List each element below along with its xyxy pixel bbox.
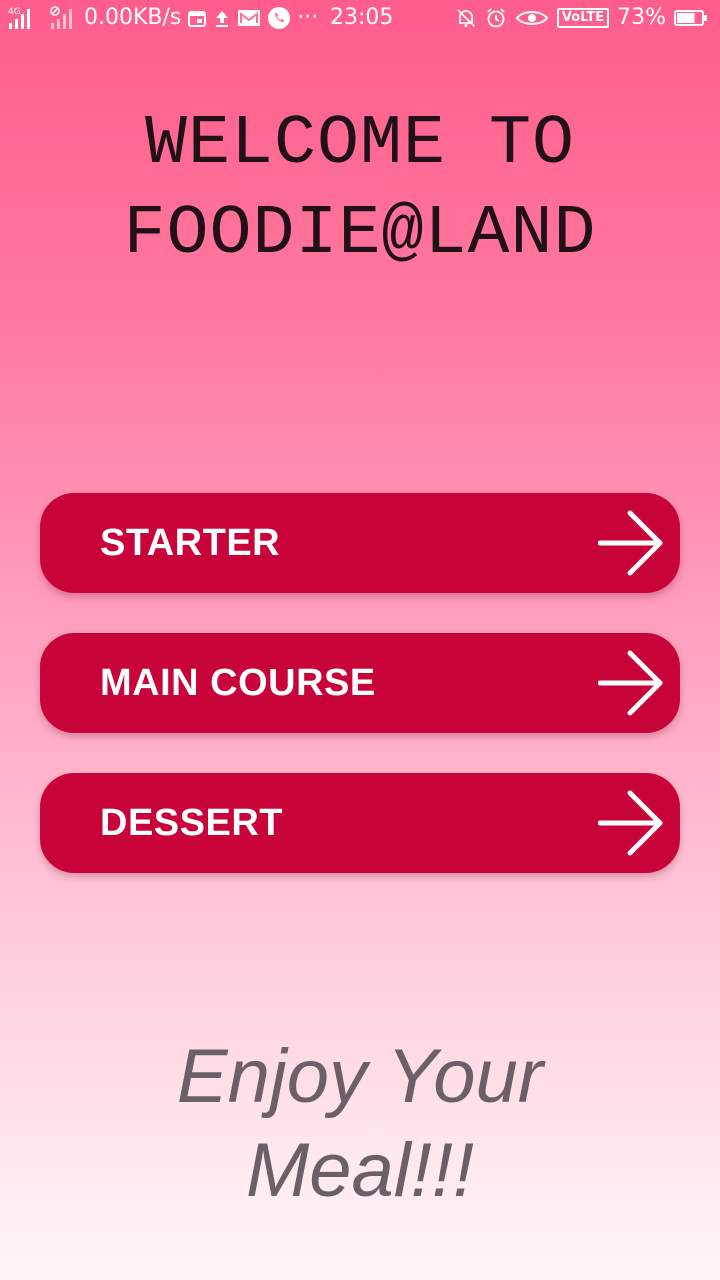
status-bar-right: VoLTE 73% — [455, 4, 708, 32]
enjoy-meal-line1: Enjoy Your — [176, 1034, 544, 1119]
eye-comfort-icon — [515, 7, 549, 29]
arrow-right-icon — [597, 650, 664, 716]
main-course-button-label: MAIN COURSE — [100, 662, 376, 704]
welcome-title-line2: FOODIE@LAND — [123, 195, 597, 274]
dessert-button-label: DESSERT — [100, 802, 283, 844]
enjoy-meal-text: Enjoy Your Meal!!! — [0, 1030, 720, 1218]
whatsapp-icon — [267, 6, 291, 30]
arrow-right-icon — [597, 790, 664, 856]
signal-4g-icon: 4G — [8, 5, 44, 31]
gmail-icon — [237, 8, 261, 28]
arrow-right-icon — [597, 510, 664, 576]
signal-sim2-icon — [50, 5, 78, 31]
svg-text:4G: 4G — [8, 7, 21, 17]
status-bar-left: 4G 0.00KB/s ··· — [8, 4, 318, 32]
battery-icon — [674, 8, 708, 28]
network-speed: 0.00KB/s — [84, 5, 182, 30]
welcome-title: WELCOME TO FOODIE@LAND — [0, 100, 720, 280]
alarm-icon — [485, 7, 507, 29]
clock: 23:05 — [330, 5, 394, 30]
upload-icon — [213, 8, 231, 28]
welcome-title-line1: WELCOME TO — [144, 105, 576, 184]
volte-badge: VoLTE — [556, 8, 610, 28]
starter-button-label: STARTER — [100, 522, 281, 564]
starter-button[interactable]: STARTER — [40, 493, 680, 593]
calendar-icon — [187, 8, 207, 28]
enjoy-meal-line2: Meal!!! — [245, 1128, 475, 1213]
notifications-off-icon — [455, 7, 477, 29]
main-course-button[interactable]: MAIN COURSE — [40, 633, 680, 733]
dessert-button[interactable]: DESSERT — [40, 773, 680, 873]
status-bar: 4G 0.00KB/s ··· 23:05 VoLTE 73% — [0, 0, 720, 36]
more-notifications: ··· — [297, 5, 319, 30]
battery-percent: 73% — [617, 5, 666, 30]
